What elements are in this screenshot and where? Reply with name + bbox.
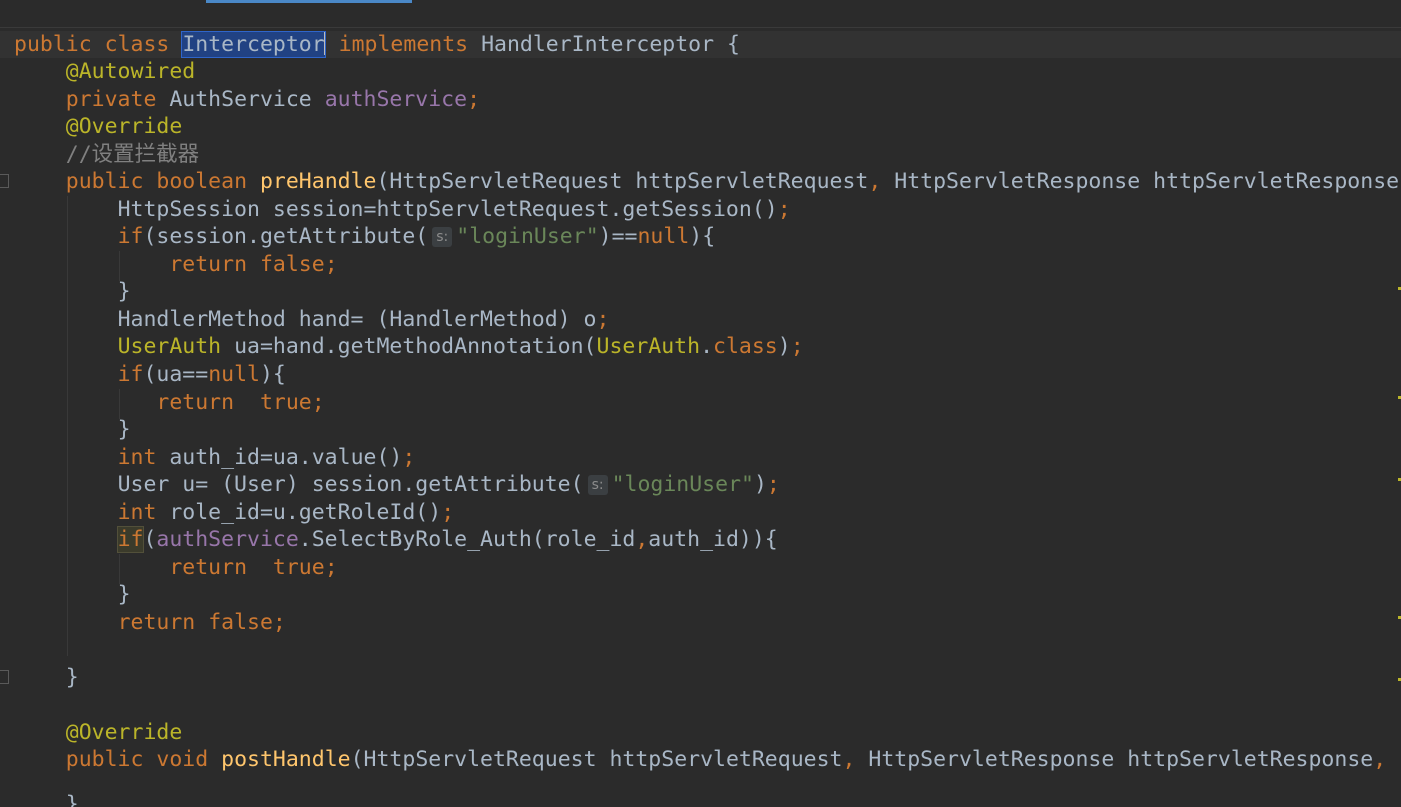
editor-divider (0, 27, 1401, 28)
code-line-14[interactable]: return true; (14, 389, 324, 416)
code-editor[interactable]: public class Interceptor implements Hand… (0, 0, 1401, 807)
code-line-28[interactable]: } (14, 791, 79, 807)
code-line-19[interactable]: if(authService.SelectByRole_Auth(role_id… (14, 526, 778, 553)
code-line-22[interactable]: return false; (14, 609, 286, 636)
highlighted-if-keyword: if (116, 526, 145, 553)
code-line-5[interactable]: //设置拦截器 (14, 141, 199, 168)
code-line-10[interactable]: } (14, 278, 131, 305)
selected-class-name[interactable]: Interceptor (181, 31, 326, 58)
fold-marker-icon[interactable] (0, 670, 9, 684)
code-line-12[interactable]: UserAuth ua=hand.getMethodAnnotation(Use… (14, 333, 804, 360)
code-line-17[interactable]: User u= (User) session.getAttribute(s: "l… (14, 471, 780, 498)
code-line-27[interactable]: public void postHandle(HttpServletReques… (14, 746, 1386, 773)
code-line-15[interactable]: } (14, 416, 131, 443)
code-line-4[interactable]: @Override (14, 113, 183, 140)
fold-marker-icon[interactable] (0, 174, 9, 188)
code-line-24[interactable]: } (14, 664, 79, 691)
code-line-26[interactable]: @Override (14, 719, 183, 746)
code-line-3[interactable]: private AuthService authService; (14, 86, 480, 113)
code-line-16[interactable]: int auth_id=ua.value(); (14, 444, 416, 471)
code-line-9[interactable]: return false; (14, 251, 337, 278)
active-tab-indicator (206, 0, 412, 3)
code-line-6[interactable]: public boolean preHandle(HttpServletRequ… (14, 168, 1399, 195)
code-line-1[interactable]: public class Interceptor implements Hand… (14, 31, 740, 58)
parameter-hint: s: (587, 475, 608, 495)
code-line-20[interactable]: return true; (14, 554, 337, 581)
code-line-2[interactable]: @Autowired (14, 58, 195, 85)
code-line-11[interactable]: HandlerMethod hand= (HandlerMethod) o; (14, 306, 610, 333)
parameter-hint: s: (432, 227, 453, 247)
text-caret (323, 31, 326, 55)
code-line-7[interactable]: HttpSession session=httpServletRequest.g… (14, 196, 791, 223)
code-line-18[interactable]: int role_id=u.getRoleId(); (14, 499, 455, 526)
code-line-13[interactable]: if(ua==null){ (14, 361, 286, 388)
code-line-8[interactable]: if(session.getAttribute(s: "loginUser")==… (14, 223, 716, 250)
code-line-21[interactable]: } (14, 581, 131, 608)
